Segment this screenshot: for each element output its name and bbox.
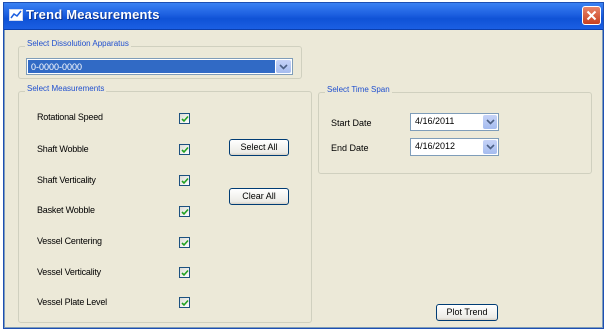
time-span-group: Select Time Span xyxy=(318,85,592,174)
basket-wobble-checkbox[interactable] xyxy=(179,206,190,217)
measurement-label: Shaft Wobble xyxy=(37,144,89,154)
shaft-wobble-checkbox[interactable] xyxy=(179,144,190,155)
measurement-label: Vessel Verticality xyxy=(37,267,101,277)
measurement-label: Vessel Centering xyxy=(37,236,102,246)
time-span-group-label: Select Time Span xyxy=(325,85,392,94)
chart-window-icon xyxy=(9,9,23,21)
close-icon xyxy=(586,10,597,21)
plot-trend-button[interactable]: Plot Trend xyxy=(436,304,498,321)
chevron-down-icon xyxy=(486,144,495,150)
apparatus-dropdown-button[interactable] xyxy=(276,60,291,73)
start-date-picker[interactable]: 4/16/2011 xyxy=(410,113,499,131)
end-date-picker[interactable]: 4/16/2012 xyxy=(410,138,499,156)
window-title: Trend Measurements xyxy=(26,7,160,22)
measurement-label: Rotational Speed xyxy=(37,112,103,122)
title-bar[interactable]: Trend Measurements xyxy=(4,3,603,30)
rotational-speed-checkbox[interactable] xyxy=(179,113,190,124)
start-date-label: Start Date xyxy=(331,118,372,128)
vessel-centering-checkbox[interactable] xyxy=(179,237,190,248)
measurement-label: Basket Wobble xyxy=(37,205,95,215)
shaft-verticality-checkbox[interactable] xyxy=(179,175,190,186)
end-date-label: End Date xyxy=(331,143,369,153)
measurement-label: Vessel Plate Level xyxy=(37,297,107,307)
checkmark-icon xyxy=(181,299,189,307)
vessel-verticality-checkbox[interactable] xyxy=(179,267,190,278)
select-all-button[interactable]: Select All xyxy=(229,139,289,156)
checkmark-icon xyxy=(181,146,189,154)
measurements-group-label: Select Measurements xyxy=(25,84,107,93)
apparatus-dropdown[interactable]: 0-0000-0000 xyxy=(26,58,293,75)
checkmark-icon xyxy=(181,115,189,123)
apparatus-group: Select Dissolution Apparatus 0-0000-0000 xyxy=(18,39,302,79)
close-button[interactable] xyxy=(582,6,601,25)
chevron-down-icon xyxy=(279,64,288,70)
end-date-dropdown-button[interactable] xyxy=(483,140,497,154)
vessel-plate-level-checkbox[interactable] xyxy=(179,297,190,308)
checkmark-icon xyxy=(181,208,189,216)
clear-all-button[interactable]: Clear All xyxy=(229,188,289,205)
checkmark-icon xyxy=(181,177,189,185)
apparatus-selected-value: 0-0000-0000 xyxy=(28,60,275,73)
apparatus-group-label: Select Dissolution Apparatus xyxy=(25,39,131,48)
checkmark-icon xyxy=(181,269,189,277)
start-date-value: 4/16/2011 xyxy=(415,116,455,126)
start-date-dropdown-button[interactable] xyxy=(483,115,497,129)
measurement-label: Shaft Verticality xyxy=(37,175,96,185)
chevron-down-icon xyxy=(486,119,495,125)
trend-measurements-dialog: Trend Measurements Select Dissolution Ap… xyxy=(3,2,604,329)
checkmark-icon xyxy=(181,239,189,247)
end-date-value: 4/16/2012 xyxy=(415,141,456,151)
